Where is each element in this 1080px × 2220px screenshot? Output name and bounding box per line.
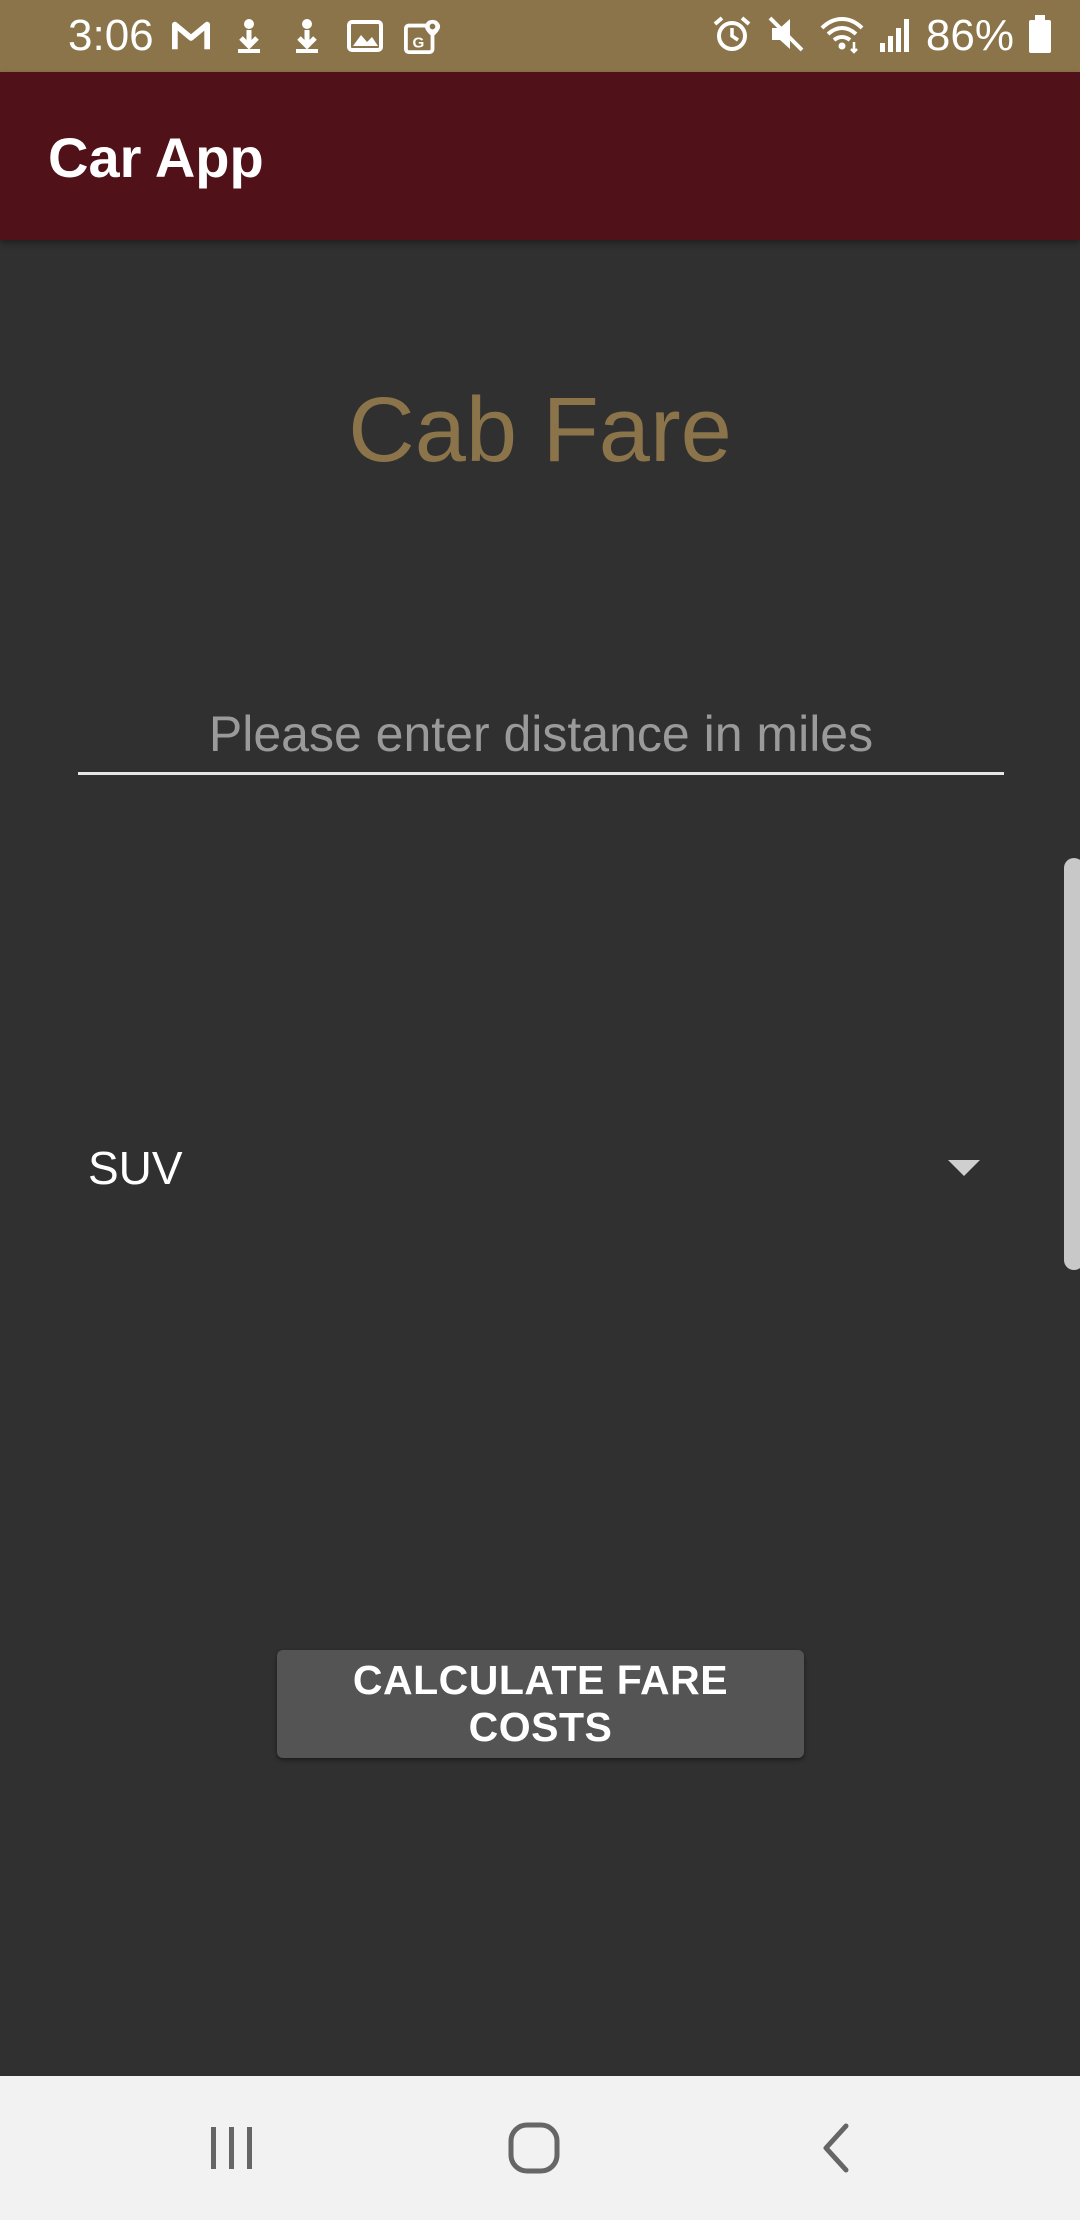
wifi-icon xyxy=(820,14,864,59)
signal-icon xyxy=(878,15,912,58)
mute-icon xyxy=(766,14,806,59)
navigation-bar xyxy=(0,2076,1080,2220)
download-icon xyxy=(288,17,326,55)
page-title: Cab Fare xyxy=(348,379,732,481)
recent-apps-icon xyxy=(211,2127,252,2169)
system-status: 86% xyxy=(712,11,1052,60)
alarm-icon xyxy=(712,14,752,59)
maps-icon: G xyxy=(404,17,442,55)
distance-input[interactable] xyxy=(78,695,1004,775)
dropdown-arrow-icon xyxy=(948,1160,980,1176)
battery-icon xyxy=(1028,14,1052,59)
scrollbar-thumb[interactable] xyxy=(1064,858,1080,1270)
battery-percent: 86% xyxy=(925,11,1014,60)
status-bar: 3:06 G 86% xyxy=(0,0,1080,72)
car-type-dropdown[interactable]: SUV xyxy=(60,1120,1020,1216)
home-button[interactable] xyxy=(484,2106,584,2190)
notification-icons: G xyxy=(172,12,442,60)
calculate-fare-button[interactable]: CALCULATE FARE COSTS xyxy=(277,1650,804,1758)
gmail-icon xyxy=(172,17,210,55)
home-icon xyxy=(508,2122,560,2174)
svg-text:G: G xyxy=(413,34,425,51)
image-icon xyxy=(346,17,384,55)
app-bar: Car App xyxy=(0,72,1080,240)
back-button[interactable] xyxy=(786,2106,886,2190)
download-icon xyxy=(230,17,268,55)
app-title: Car App xyxy=(48,126,264,189)
status-time: 3:06 xyxy=(68,11,154,60)
car-type-selected: SUV xyxy=(88,1142,183,1194)
recent-apps-button[interactable] xyxy=(182,2106,282,2190)
back-icon xyxy=(823,2123,849,2173)
